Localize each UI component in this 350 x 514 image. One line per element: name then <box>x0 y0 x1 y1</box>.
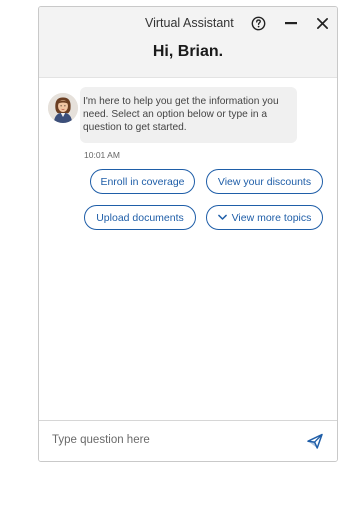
option-label: Enroll in coverage <box>100 175 185 188</box>
help-icon <box>251 16 265 30</box>
question-input[interactable] <box>49 429 295 451</box>
assistant-message-bubble: I'm here to help you get the information… <box>80 87 297 143</box>
minimize-icon <box>285 22 297 25</box>
message-input-bar <box>39 420 337 461</box>
chevron-down-icon <box>217 214 227 221</box>
option-upload-documents[interactable]: Upload documents <box>84 205 196 230</box>
send-icon <box>307 433 323 449</box>
close-button[interactable] <box>313 14 331 32</box>
message-timestamp: 10:01 AM <box>84 150 120 160</box>
window-title: Virtual Assistant <box>145 16 234 30</box>
option-label: Upload documents <box>96 211 184 224</box>
help-button[interactable] <box>249 14 267 32</box>
assistant-message-text: I'm here to help you get the information… <box>83 96 279 133</box>
option-enroll-in-coverage[interactable]: Enroll in coverage <box>90 169 195 194</box>
greeting-heading: Hi, Brian. <box>152 43 224 60</box>
option-label: View more topics <box>231 211 312 224</box>
assistant-avatar <box>48 93 78 123</box>
chat-header: Virtual Assistant Hi, Brian. <box>39 7 337 78</box>
send-button[interactable] <box>306 432 324 450</box>
virtual-assistant-window: Virtual Assistant Hi, Brian. I'm here to… <box>38 6 338 462</box>
minimize-button[interactable] <box>282 14 300 32</box>
close-icon <box>316 17 328 29</box>
option-view-your-discounts[interactable]: View your discounts <box>206 169 323 194</box>
option-view-more-topics[interactable]: View more topics <box>206 205 323 230</box>
option-label: View your discounts <box>217 175 312 188</box>
